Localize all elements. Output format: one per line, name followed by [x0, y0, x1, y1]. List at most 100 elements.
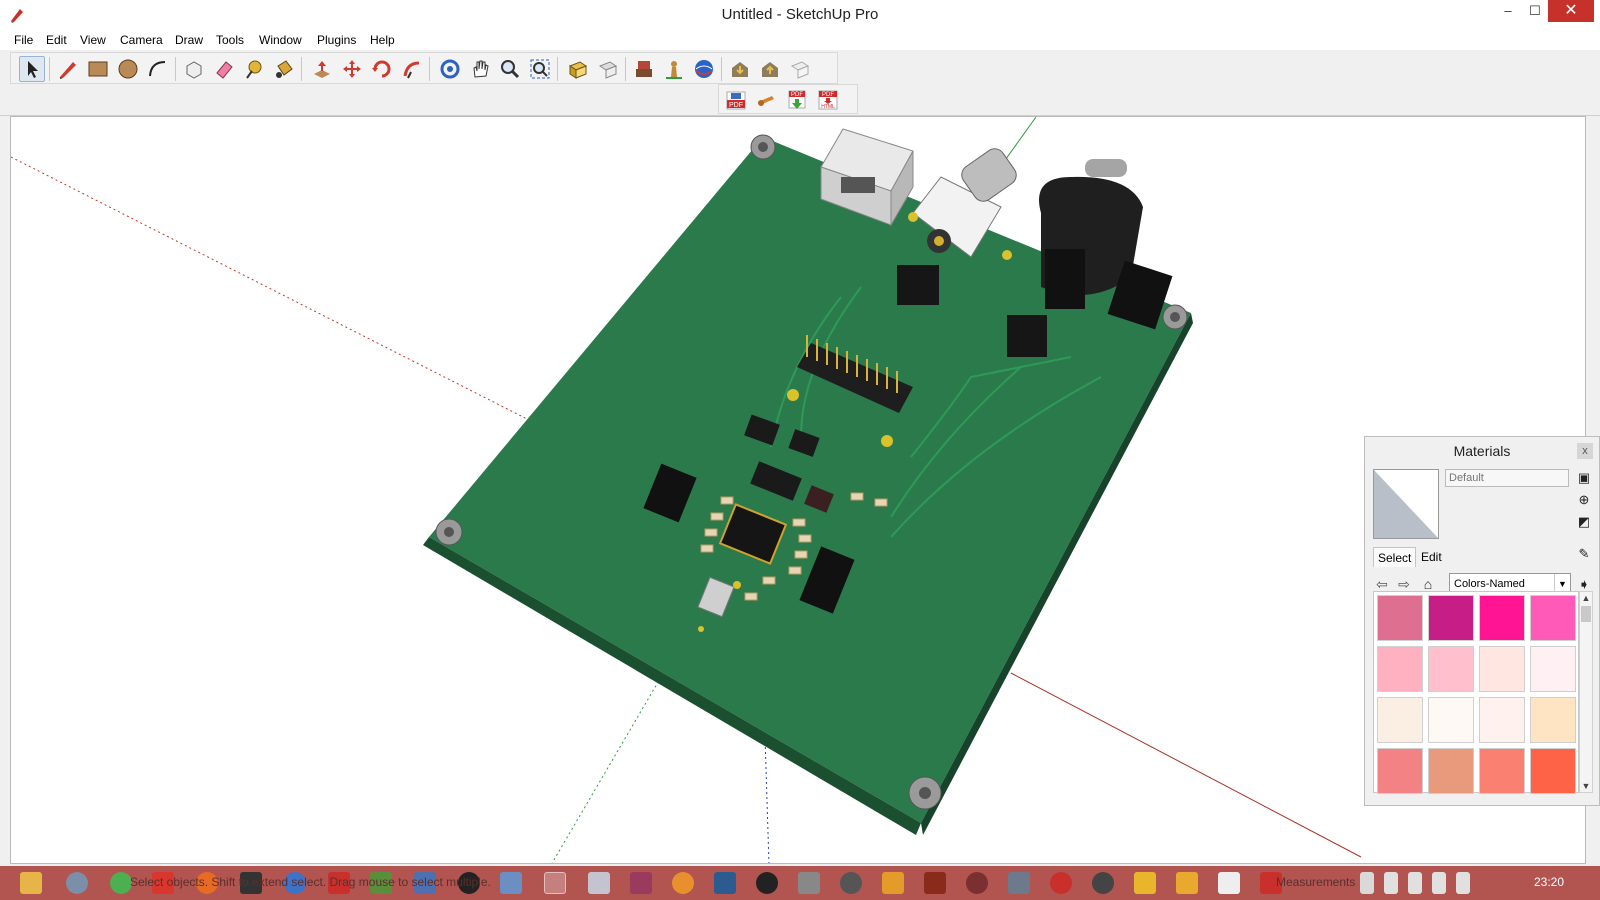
material-swatch[interactable]	[1428, 697, 1474, 743]
material-swatch[interactable]	[1479, 595, 1525, 641]
get-models-icon[interactable]	[565, 56, 591, 82]
tray-signal-icon[interactable]	[1432, 872, 1446, 894]
make-component-icon[interactable]	[181, 56, 207, 82]
tab-edit[interactable]: Edit	[1417, 547, 1446, 567]
menu-camera[interactable]: Camera	[120, 33, 163, 47]
app-icon-18[interactable]	[1050, 872, 1072, 894]
material-swatch[interactable]	[1428, 748, 1474, 794]
tray-volume-icon[interactable]	[1456, 872, 1470, 894]
scroll-down-icon[interactable]: ▼	[1580, 780, 1592, 792]
material-swatch[interactable]	[1530, 646, 1576, 692]
app-icon-15[interactable]	[924, 872, 946, 894]
pdf-import-icon[interactable]: PDF	[785, 87, 811, 113]
position-camera-icon[interactable]	[661, 56, 687, 82]
close-button[interactable]: ✕	[1548, 0, 1594, 22]
3d-viewport[interactable]	[10, 116, 1586, 864]
menu-plugins[interactable]: Plugins	[317, 33, 356, 47]
pdf-html-icon[interactable]: PDF HTML	[815, 87, 841, 113]
default-material-icon[interactable]: ◩	[1575, 513, 1593, 531]
material-name-field[interactable]	[1445, 469, 1569, 487]
material-swatch[interactable]	[1377, 748, 1423, 794]
zoom-icon[interactable]	[497, 56, 523, 82]
swatch-scrollbar[interactable]: ▲ ▼	[1579, 591, 1593, 793]
follow-me-icon[interactable]	[399, 56, 425, 82]
green-axis-dotted	[551, 676, 662, 863]
minimize-button[interactable]: –	[1494, 0, 1522, 22]
app-icon-9[interactable]	[672, 872, 694, 894]
arc-icon[interactable]	[145, 56, 171, 82]
app-icon-22[interactable]	[1218, 872, 1240, 894]
app-icon-11[interactable]	[756, 872, 778, 894]
menu-edit[interactable]: Edit	[46, 33, 67, 47]
app-icon-8[interactable]	[630, 872, 652, 894]
circle-icon[interactable]	[115, 56, 141, 82]
menu-window[interactable]: Window	[259, 33, 302, 47]
maximize-button[interactable]: ☐	[1521, 0, 1549, 22]
menu-view[interactable]: View	[80, 33, 106, 47]
add-location-icon[interactable]	[691, 56, 717, 82]
material-swatch[interactable]	[1377, 646, 1423, 692]
zoom-extents-icon[interactable]	[527, 56, 553, 82]
app-icon-21[interactable]	[1176, 872, 1198, 894]
push-pull-icon[interactable]	[309, 56, 335, 82]
app-icon-7[interactable]	[588, 872, 610, 894]
components-icon[interactable]	[631, 56, 657, 82]
select-tool-icon[interactable]	[19, 56, 45, 82]
scrollbar-thumb[interactable]	[1581, 606, 1591, 622]
display-secondary-pane-icon[interactable]: ▣	[1575, 469, 1593, 487]
tray-network-icon[interactable]	[1384, 872, 1398, 894]
material-swatch[interactable]	[1530, 595, 1576, 641]
material-swatch[interactable]	[1377, 595, 1423, 641]
app-icon-12[interactable]	[798, 872, 820, 894]
app-icon-10[interactable]	[714, 872, 736, 894]
menu-file[interactable]: File	[14, 33, 33, 47]
warehouse-download-icon[interactable]	[727, 56, 753, 82]
section-icon[interactable]	[787, 56, 813, 82]
tray-power-icon[interactable]	[1408, 872, 1422, 894]
app-icon-17[interactable]	[1008, 872, 1030, 894]
tape-measure-icon[interactable]	[241, 56, 267, 82]
tool-plugin-icon[interactable]	[753, 87, 779, 113]
material-swatch[interactable]	[1530, 748, 1576, 794]
material-swatch[interactable]	[1428, 646, 1474, 692]
app-icon-19[interactable]	[1092, 872, 1114, 894]
orbit-icon[interactable]	[437, 56, 463, 82]
sample-paint-icon[interactable]: ✎	[1575, 545, 1593, 563]
materials-close-button[interactable]: x	[1577, 443, 1593, 459]
material-swatch[interactable]	[1377, 697, 1423, 743]
paint-bucket-icon[interactable]	[271, 56, 297, 82]
tactile-switch[interactable]	[897, 265, 939, 305]
create-material-icon[interactable]: ⊕	[1575, 491, 1593, 509]
pdf-html-pdf-label: PDF	[822, 92, 834, 98]
pan-icon[interactable]	[467, 56, 493, 82]
eraser-icon[interactable]	[211, 56, 237, 82]
material-swatch[interactable]	[1530, 697, 1576, 743]
rotate-icon[interactable]	[369, 56, 395, 82]
app-icon-20[interactable]	[1134, 872, 1156, 894]
pencil-line-icon[interactable]	[55, 56, 81, 82]
chrome-icon[interactable]	[110, 872, 132, 894]
move-icon[interactable]	[339, 56, 365, 82]
app-icon-16[interactable]	[966, 872, 988, 894]
material-swatch[interactable]	[1479, 646, 1525, 692]
app-icon-14[interactable]	[882, 872, 904, 894]
material-swatch[interactable]	[1479, 697, 1525, 743]
file-explorer-icon[interactable]	[20, 872, 42, 894]
help-icon[interactable]	[66, 872, 88, 894]
upload-icon[interactable]	[757, 56, 783, 82]
sketchup-taskbar-icon[interactable]	[544, 872, 566, 894]
share-model-icon[interactable]	[595, 56, 621, 82]
pdf-export-icon[interactable]: PDF	[723, 87, 749, 113]
tray-flag-icon[interactable]	[1360, 872, 1374, 894]
menu-help[interactable]: Help	[370, 33, 395, 47]
menu-draw[interactable]: Draw	[175, 33, 203, 47]
tab-select[interactable]: Select	[1373, 547, 1417, 567]
rectangle-icon[interactable]	[85, 56, 111, 82]
material-swatch[interactable]	[1428, 595, 1474, 641]
material-swatch[interactable]	[1479, 748, 1525, 794]
app-icon-13[interactable]	[840, 872, 862, 894]
scroll-up-icon[interactable]: ▲	[1580, 592, 1592, 604]
tactile-switch[interactable]	[1007, 315, 1047, 357]
app-icon-6[interactable]	[500, 872, 522, 894]
menu-tools[interactable]: Tools	[216, 33, 244, 47]
